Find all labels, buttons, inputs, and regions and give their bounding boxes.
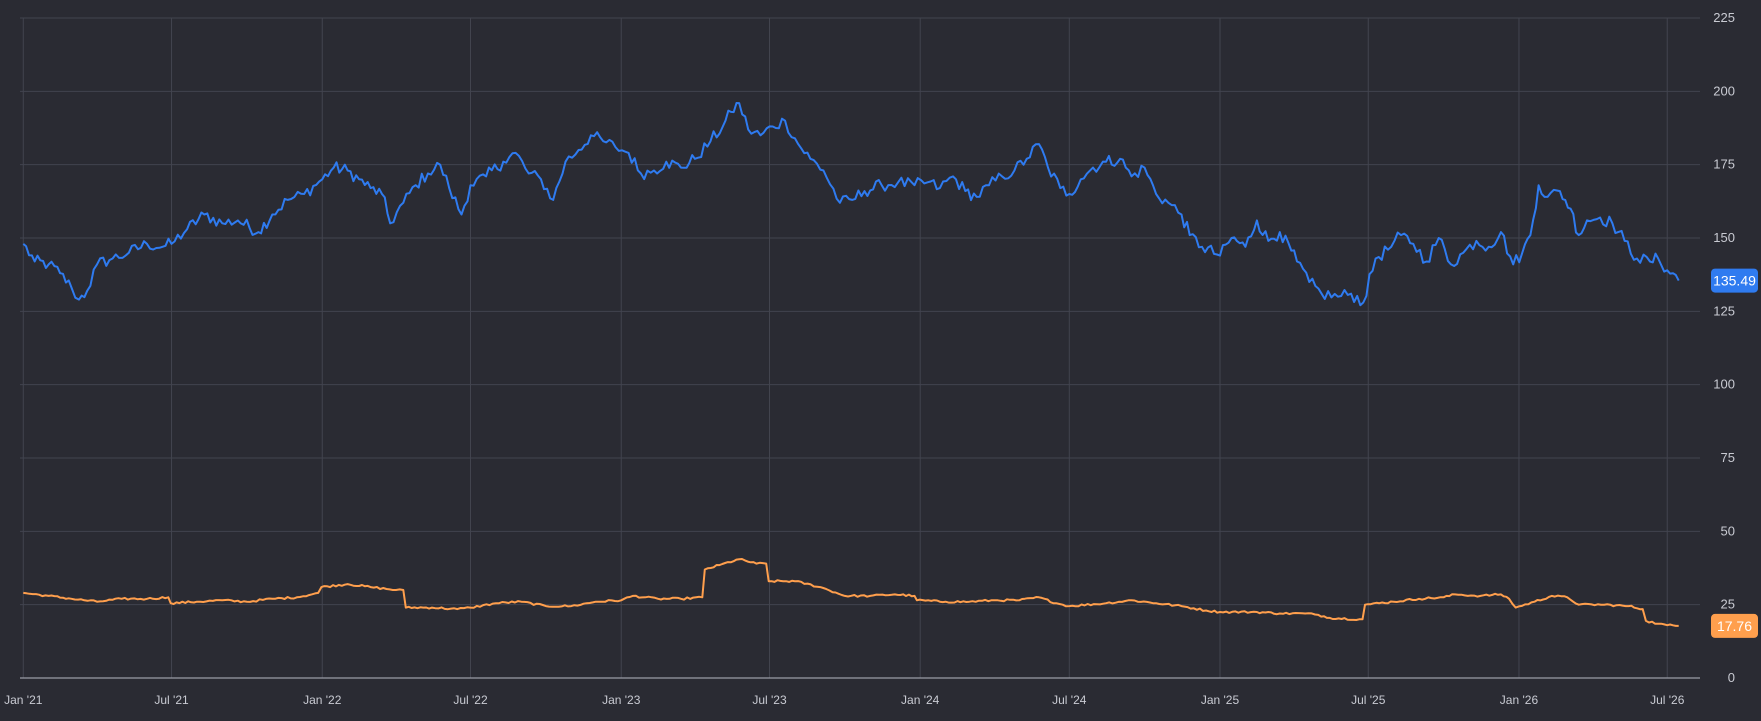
x-tick-label: Jul '25 [1351, 693, 1386, 707]
stock-chart: 0 25 50 75 100 125 150 175 200 225 Jan '21 Jul '21 J… [0, 0, 1761, 716]
x-tick-label: Jan '23 [602, 693, 641, 707]
axis-layer: 0 25 50 75 100 125 150 175 200 225 Jan '21 Jul '21 J… [4, 10, 1735, 707]
x-tick-label: Jul '24 [1052, 693, 1087, 707]
x-tick-label: Jan '21 [4, 693, 43, 707]
x-tick-label: Jul '21 [154, 693, 189, 707]
y-tick-label: 200 [1713, 83, 1735, 98]
x-tick-label: Jan '25 [1201, 693, 1240, 707]
x-tick-label: Jul '22 [453, 693, 488, 707]
y-tick-label: 175 [1713, 157, 1735, 172]
y-tick-label: 125 [1713, 303, 1735, 318]
chart-svg: 0 25 50 75 100 125 150 175 200 225 Jan '21 Jul '21 J… [4, 10, 1758, 707]
y-tick-label: 50 [1721, 523, 1735, 538]
x-tick-label: Jan '26 [1500, 693, 1539, 707]
series-line-2 [23, 558, 1679, 627]
y-tick-label: 0 [1728, 670, 1735, 685]
last-value-label: 135.49 [1713, 273, 1756, 289]
last-value-badge-1: 135.49 [1711, 268, 1758, 293]
y-tick-label: 150 [1713, 230, 1735, 245]
series-line-1 [22, 102, 1680, 307]
x-tick-label: Jan '22 [303, 693, 342, 707]
x-tick-label: Jul '26 [1650, 693, 1685, 707]
x-tick-label: Jul '23 [752, 693, 787, 707]
y-tick-label: 100 [1713, 377, 1735, 392]
y-tick-label: 25 [1721, 597, 1735, 612]
grid-layer [20, 17, 1700, 678]
series-layer [22, 102, 1680, 627]
y-tick-label: 225 [1713, 10, 1735, 25]
last-value-label: 17.76 [1717, 618, 1752, 634]
last-value-badge-2: 17.76 [1711, 613, 1758, 638]
x-tick-label: Jan '24 [901, 693, 940, 707]
y-tick-label: 75 [1721, 450, 1735, 465]
